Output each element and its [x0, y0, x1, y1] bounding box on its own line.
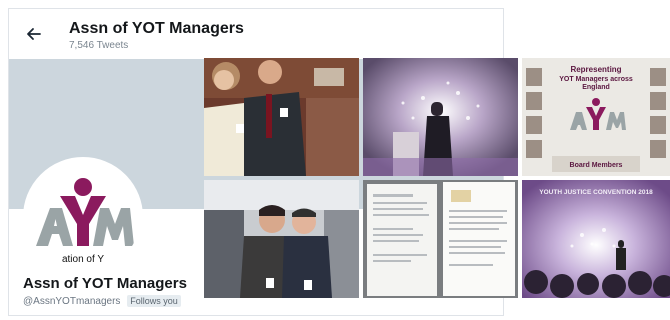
- profile-header: Assn of YOT Managers 7,546 Tweets: [9, 9, 503, 59]
- media-photo-4[interactable]: [204, 180, 359, 298]
- profile-handle-row: @AssnYOTmanagers Follows you: [23, 295, 181, 307]
- tweet-count: 7,546 Tweets: [69, 40, 129, 51]
- poster-heading-2: YOT Managers across: [559, 76, 633, 83]
- poster-footer: Board Members: [570, 162, 623, 169]
- profile-name: Assn of YOT Managers: [23, 275, 187, 292]
- media-grid: Representing YOT Managers across England…: [204, 58, 670, 300]
- poster-heading-3: England: [582, 84, 610, 91]
- follows-you-badge: Follows you: [127, 295, 181, 307]
- back-button[interactable]: [23, 23, 45, 45]
- media-conference[interactable]: YOUTH JUSTICE CONVENTION 2018: [522, 180, 670, 298]
- aym-logo: ation of Y: [26, 160, 140, 274]
- avatar[interactable]: ation of Y: [23, 157, 143, 277]
- poster-heading-1: Representing: [570, 65, 621, 74]
- profile-handle[interactable]: @AssnYOTmanagers: [23, 296, 120, 307]
- logo-caption: ation of Y: [62, 254, 104, 265]
- arrow-left-icon: [27, 28, 41, 40]
- slide-heading: YOUTH JUSTICE CONVENTION 2018: [539, 189, 653, 196]
- media-documents[interactable]: [363, 180, 518, 298]
- media-poster[interactable]: Representing YOT Managers across England…: [522, 58, 670, 176]
- media-photo-2[interactable]: [363, 58, 518, 176]
- header-title: Assn of YOT Managers: [69, 20, 244, 37]
- media-photo-1[interactable]: [204, 58, 359, 176]
